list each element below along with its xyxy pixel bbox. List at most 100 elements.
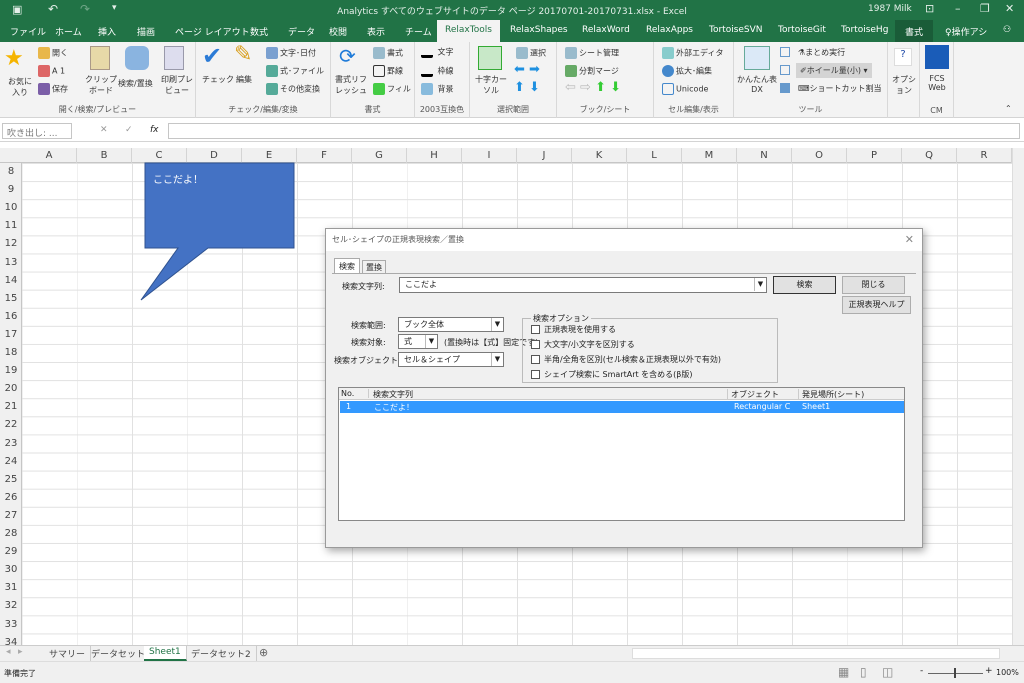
grid-icon[interactable]: [780, 65, 790, 75]
wheel-amount-button[interactable]: ✐ホイール量(小) ▾: [796, 63, 872, 78]
search-object-select[interactable]: セル＆シェイプ ▼: [398, 352, 504, 367]
normal-view-icon[interactable]: ▦: [838, 665, 849, 679]
row-header-18[interactable]: 18: [0, 344, 22, 362]
options-button[interactable]: オプション: [890, 74, 918, 96]
zoom-in-icon[interactable]: +: [985, 666, 993, 676]
bg-color-button[interactable]: 背景: [421, 83, 454, 95]
column-header-m[interactable]: M: [682, 148, 737, 163]
tab-tortoisesvn[interactable]: TortoiseSVN: [709, 25, 763, 35]
name-box[interactable]: 吹き出し: ...: [2, 123, 72, 139]
find-replace-button[interactable]: 検索/置換: [118, 78, 153, 89]
format-button[interactable]: 書式: [373, 47, 403, 59]
dialog-close-icon[interactable]: ✕: [905, 233, 914, 246]
tab-draw[interactable]: 描画: [137, 25, 155, 38]
row-header-17[interactable]: 17: [0, 326, 22, 344]
add-sheet-icon[interactable]: ⊕: [259, 646, 268, 659]
dropdown-arrow-icon[interactable]: ▼: [425, 335, 437, 348]
row-header-19[interactable]: 19: [0, 362, 22, 380]
fx-icon[interactable]: fx: [150, 125, 159, 135]
column-header-o[interactable]: O: [792, 148, 847, 163]
column-header-i[interactable]: I: [462, 148, 517, 163]
sheet-nav-arrows[interactable]: ⇦ ⇨ ⬆ ⬇: [565, 80, 621, 95]
collapse-ribbon-icon[interactable]: ⌃: [1005, 104, 1012, 113]
arrow-up-down-icon[interactable]: ⬆ ⬇: [514, 80, 540, 95]
fill-button[interactable]: フィル: [373, 83, 411, 95]
edit-button[interactable]: 編集: [236, 74, 252, 85]
row-header-31[interactable]: 31: [0, 579, 22, 597]
callout-text[interactable]: ここだよ！: [153, 171, 203, 186]
formula-input[interactable]: [168, 123, 1020, 139]
row-header-13[interactable]: 13: [0, 254, 22, 272]
save-menu-button[interactable]: 保存: [38, 83, 68, 95]
sheet-scroll-right-icon[interactable]: ▸: [18, 647, 23, 657]
row-header-32[interactable]: 32: [0, 597, 22, 615]
row-header-12[interactable]: 12: [0, 235, 22, 253]
search-string-input[interactable]: ここだよ ▼: [399, 277, 767, 293]
sheet-tab-dataset2[interactable]: データセット2: [186, 646, 257, 661]
search-range-select[interactable]: ブック全体 ▼: [398, 317, 504, 332]
checkbox[interactable]: [531, 340, 540, 349]
minimize-icon[interactable]: –: [955, 2, 961, 15]
fcs-web-button[interactable]: FCS Web: [924, 74, 950, 92]
tab-relaxapps[interactable]: RelaxApps: [646, 25, 693, 35]
column-header-f[interactable]: F: [297, 148, 352, 163]
row-header-26[interactable]: 26: [0, 489, 22, 507]
column-header-b[interactable]: B: [77, 148, 132, 163]
sheet-tab-sheet1[interactable]: Sheet1: [144, 646, 187, 661]
text-date-button[interactable]: 文字･日付: [266, 47, 316, 59]
regex-help-button[interactable]: 正規表現ヘルプ: [842, 296, 911, 314]
open-button[interactable]: 開く: [38, 47, 68, 59]
row-header-30[interactable]: 30: [0, 561, 22, 579]
header-location[interactable]: 発見場所(シート): [802, 389, 864, 400]
page-layout-view-icon[interactable]: ▯: [860, 665, 867, 679]
arrow-left-right-icon[interactable]: ⬅ ➡: [514, 62, 540, 77]
dropdown-arrow-icon[interactable]: ▼: [491, 353, 503, 366]
tab-relaxword[interactable]: RelaxWord: [582, 25, 630, 35]
column-header-g[interactable]: G: [352, 148, 407, 163]
column-header-h[interactable]: H: [407, 148, 462, 163]
row-header-29[interactable]: 29: [0, 543, 22, 561]
a1-button[interactable]: A 1: [38, 65, 65, 77]
option-case-sensitive[interactable]: 大文字/小文字を区別する: [531, 339, 635, 350]
tab-relaxshapes[interactable]: RelaxShapes: [510, 25, 568, 35]
zoom-slider-thumb[interactable]: [954, 668, 956, 678]
tab-data[interactable]: データ: [288, 25, 315, 38]
option-width-sensitive[interactable]: 半角/全角を区別(セル検索＆正規表現以外で有効): [531, 354, 721, 365]
text-color-button[interactable]: 文字: [421, 46, 454, 58]
row-header-11[interactable]: 11: [0, 217, 22, 235]
option-include-smartart[interactable]: シェイプ検索に SmartArt を含める(β版): [531, 369, 693, 380]
tab-replace[interactable]: 置換: [362, 260, 386, 274]
checkbox[interactable]: [531, 325, 540, 334]
column-header-j[interactable]: J: [517, 148, 572, 163]
table-dx-button[interactable]: かんたん表DX: [737, 74, 777, 94]
column-header-k[interactable]: K: [572, 148, 627, 163]
zoom-edit-button[interactable]: 拡大･編集: [662, 65, 712, 77]
header-object[interactable]: オブジェクト: [731, 389, 799, 400]
checkbox[interactable]: [531, 370, 540, 379]
tab-relaxtools[interactable]: RelaxTools: [437, 20, 500, 42]
batch-run-button[interactable]: ⚗まとめ実行: [798, 47, 845, 58]
row-header-25[interactable]: 25: [0, 471, 22, 489]
header-no[interactable]: No.: [341, 389, 369, 398]
tab-tortoisegit[interactable]: TortoiseGit: [778, 25, 826, 35]
grid-icon[interactable]: [780, 47, 790, 57]
row-header-22[interactable]: 22: [0, 416, 22, 434]
row-header-16[interactable]: 16: [0, 308, 22, 326]
horizontal-scrollbar[interactable]: [632, 648, 1000, 659]
column-header-n[interactable]: N: [737, 148, 792, 163]
row-header-27[interactable]: 27: [0, 507, 22, 525]
tab-search[interactable]: 検索: [334, 258, 360, 274]
column-header-l[interactable]: L: [627, 148, 682, 163]
close-icon[interactable]: ✕: [1005, 2, 1014, 15]
cross-cursor-button[interactable]: 十字カーソル: [474, 74, 508, 96]
row-header-9[interactable]: 9: [0, 181, 22, 199]
column-header-a[interactable]: A: [22, 148, 77, 163]
unicode-button[interactable]: Unicode: [662, 83, 708, 95]
search-target-select[interactable]: 式 ▼: [398, 334, 438, 349]
page-break-view-icon[interactable]: ◫: [882, 665, 893, 679]
checkbox[interactable]: [531, 355, 540, 364]
sheet-manager-button[interactable]: シート管理: [565, 47, 619, 59]
formula-file-button[interactable]: 式･ファイル: [266, 65, 324, 77]
clipboard-button[interactable]: クリップボード: [85, 74, 117, 96]
select-button[interactable]: 選択: [516, 47, 546, 59]
